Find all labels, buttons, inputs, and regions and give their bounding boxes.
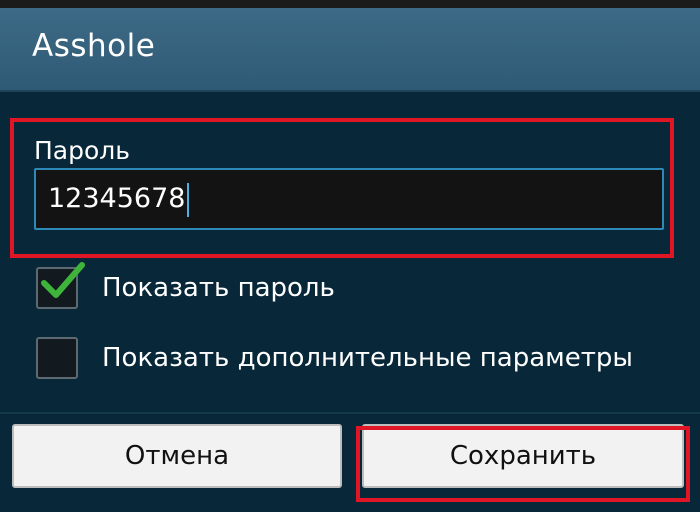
show-password-checkbox[interactable] (36, 262, 85, 309)
password-label: Пароль (34, 136, 130, 165)
show-advanced-label: Показать дополнительные параметры (102, 343, 633, 373)
show-advanced-row[interactable]: Показать дополнительные параметры (36, 334, 633, 382)
button-bar: Отмена Сохранить (0, 414, 700, 504)
show-password-row[interactable]: Показать пароль (36, 262, 335, 312)
show-password-label: Показать пароль (102, 273, 335, 303)
show-advanced-checkbox[interactable] (36, 337, 78, 379)
screen: Asshole Пароль 12345678 Показать пароль … (0, 0, 700, 512)
text-cursor (187, 182, 190, 217)
cancel-button[interactable]: Отмена (12, 424, 342, 488)
status-bar (0, 0, 700, 8)
checkmark-icon (41, 262, 85, 298)
password-value: 12345678 (48, 183, 186, 214)
dialog-header: Asshole (0, 8, 700, 92)
save-button[interactable]: Сохранить (362, 424, 684, 488)
dialog-title: Asshole (32, 28, 156, 64)
password-input[interactable]: 12345678 (34, 168, 664, 230)
